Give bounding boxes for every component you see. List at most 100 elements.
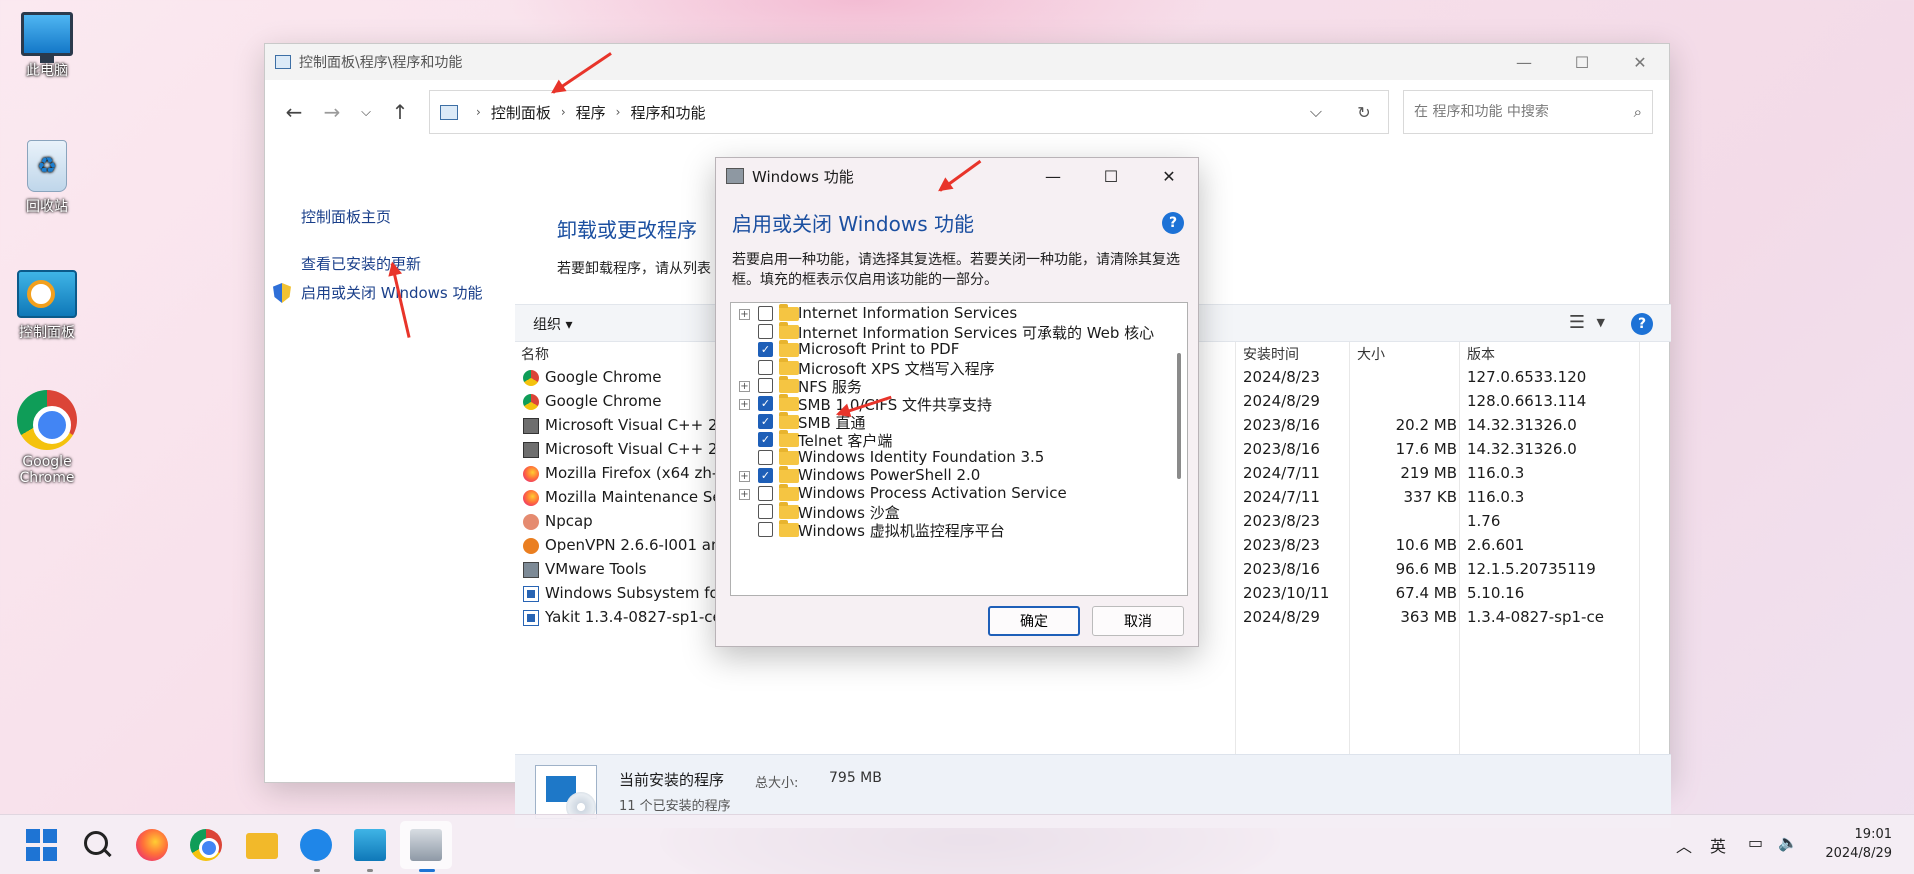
desktop-icon-this-pc[interactable]: 此电脑 xyxy=(8,12,86,80)
feature-label: Windows Process Activation Service xyxy=(798,484,1067,502)
program-date: 2024/7/11 xyxy=(1243,464,1320,482)
feature-checkbox[interactable] xyxy=(758,360,773,375)
column-header-date[interactable]: 安装时间 xyxy=(1243,344,1299,364)
feature-checkbox[interactable] xyxy=(758,324,773,339)
feature-checkbox[interactable] xyxy=(758,450,773,465)
input-language[interactable]: 英 xyxy=(1710,833,1726,857)
feature-checkbox[interactable]: ✓ xyxy=(758,468,773,483)
chrome-icon[interactable] xyxy=(190,829,222,861)
program-date: 2023/10/11 xyxy=(1243,584,1330,602)
link-windows-features[interactable]: 启用或关闭 Windows 功能 xyxy=(273,282,515,303)
shield-icon xyxy=(273,283,291,303)
chevron-right-icon[interactable]: › xyxy=(616,105,621,119)
feature-checkbox[interactable] xyxy=(758,486,773,501)
feature-item[interactable]: Windows 虚拟机监控程序平台 xyxy=(731,519,1171,541)
expand-icon[interactable]: + xyxy=(739,399,750,410)
help-icon[interactable]: ? xyxy=(1162,212,1184,234)
feature-checkbox[interactable] xyxy=(758,504,773,519)
program-name: Yakit 1.3.4-0827-sp1-ce xyxy=(545,608,722,626)
forward-button[interactable]: → xyxy=(313,94,351,130)
minimize-button[interactable]: — xyxy=(1495,44,1553,80)
view-options-icon[interactable]: ☰ xyxy=(1569,312,1585,333)
control-panel-icon xyxy=(17,270,77,318)
chevron-up-icon[interactable]: ︿ xyxy=(1676,833,1692,857)
search-icon[interactable] xyxy=(82,829,114,861)
page-title: 卸载或更改程序 xyxy=(557,218,697,242)
help-icon[interactable]: ? xyxy=(1631,313,1653,335)
vmware-icon xyxy=(523,562,539,578)
clock-date: 2024/8/29 xyxy=(1825,846,1892,861)
window-titlebar[interactable]: 控制面板\程序\程序和功能 — ☐ ✕ xyxy=(265,44,1669,80)
expand-icon[interactable]: + xyxy=(739,471,750,482)
column-header-version[interactable]: 版本 xyxy=(1467,344,1495,364)
program-version: 116.0.3 xyxy=(1467,488,1525,506)
installer-icon xyxy=(523,418,539,434)
search-box[interactable]: ⌕ xyxy=(1403,90,1653,134)
ok-button[interactable]: 确定 xyxy=(988,606,1080,636)
recent-locations-button[interactable]: ⌵ xyxy=(351,94,381,130)
column-header-name[interactable]: 名称 xyxy=(521,344,549,364)
close-button[interactable]: ✕ xyxy=(1611,44,1669,80)
search-input[interactable] xyxy=(1414,104,1634,120)
address-bar[interactable]: › 控制面板 › 程序 › 程序和功能 ⌵ ↻ xyxy=(429,90,1389,134)
view-dropdown-icon[interactable]: ▼ xyxy=(1597,316,1605,329)
close-button[interactable]: ✕ xyxy=(1140,167,1198,186)
organize-button[interactable]: 组织 ▾ xyxy=(533,314,572,334)
computer-icon xyxy=(21,12,73,63)
link-view-installed-updates[interactable]: 查看已安装的更新 xyxy=(301,253,515,274)
page-description: 若要卸载程序，请从列表 xyxy=(557,261,711,277)
program-name: Google Chrome xyxy=(545,368,662,386)
feature-checkbox[interactable] xyxy=(758,522,773,537)
feature-label: Windows 虚拟机监控程序平台 xyxy=(798,522,1005,540)
chevron-down-icon[interactable]: ⌵ xyxy=(1292,102,1340,122)
desktop-icon-chrome[interactable]: Google Chrome xyxy=(8,390,86,486)
expand-icon[interactable]: + xyxy=(739,381,750,392)
folder-icon xyxy=(779,394,799,411)
openvpn-icon xyxy=(523,538,539,554)
up-button[interactable]: ↑ xyxy=(381,94,419,130)
breadcrumb-programs[interactable]: 程序 xyxy=(576,102,606,123)
feature-checkbox[interactable] xyxy=(758,306,773,321)
programs-features-icon[interactable] xyxy=(410,829,442,861)
feature-label: Windows PowerShell 2.0 xyxy=(798,466,981,484)
feature-checkbox[interactable]: ✓ xyxy=(758,396,773,411)
feather-app-icon[interactable] xyxy=(300,829,332,861)
search-icon[interactable]: ⌕ xyxy=(1634,103,1642,121)
maximize-button[interactable]: ☐ xyxy=(1082,167,1140,186)
breadcrumb-programs-features[interactable]: 程序和功能 xyxy=(630,102,705,123)
firefox-icon xyxy=(523,466,539,482)
link-control-panel-home[interactable]: 控制面板主页 xyxy=(301,206,515,227)
expand-icon[interactable]: + xyxy=(739,489,750,500)
volume-icon[interactable]: 🔈 xyxy=(1778,833,1798,852)
desktop-icon-label: 此电脑 xyxy=(26,63,68,79)
program-size: 17.6 MB xyxy=(1395,440,1457,458)
feature-checkbox[interactable]: ✓ xyxy=(758,432,773,447)
firefox-icon[interactable] xyxy=(136,829,168,861)
chevron-right-icon[interactable]: › xyxy=(561,105,566,119)
desktop-icon-control-panel[interactable]: 控制面板 xyxy=(8,270,86,342)
network-icon[interactable]: ▭ xyxy=(1748,833,1763,852)
folder-icon xyxy=(779,430,799,447)
column-header-size[interactable]: 大小 xyxy=(1357,344,1385,364)
program-date: 2024/8/23 xyxy=(1243,368,1320,386)
refresh-icon[interactable]: ↻ xyxy=(1340,103,1388,122)
program-name: OpenVPN 2.6.6-I001 am xyxy=(545,536,726,554)
start-button[interactable] xyxy=(26,829,58,861)
program-date: 2023/8/23 xyxy=(1243,512,1320,530)
program-version: 14.32.31326.0 xyxy=(1467,416,1577,434)
cancel-button[interactable]: 取消 xyxy=(1092,606,1184,636)
feature-checkbox[interactable]: ✓ xyxy=(758,414,773,429)
desktop-icon-recycle-bin[interactable]: ♻ 回收站 xyxy=(8,140,86,216)
control-panel-icon[interactable] xyxy=(354,829,386,861)
back-button[interactable]: ← xyxy=(275,94,313,130)
tree-scrollbar[interactable] xyxy=(1177,353,1181,479)
minimize-button[interactable]: — xyxy=(1024,167,1082,186)
feature-checkbox[interactable] xyxy=(758,378,773,393)
feature-checkbox[interactable]: ✓ xyxy=(758,342,773,357)
status-total-value: 795 MB xyxy=(829,770,882,786)
file-explorer-icon[interactable] xyxy=(246,833,278,859)
clock[interactable]: 19:01 2024/8/29 xyxy=(1825,825,1892,863)
expand-icon[interactable]: + xyxy=(739,309,750,320)
breadcrumb-control-panel[interactable]: 控制面板 xyxy=(491,102,551,123)
maximize-button[interactable]: ☐ xyxy=(1553,44,1611,80)
